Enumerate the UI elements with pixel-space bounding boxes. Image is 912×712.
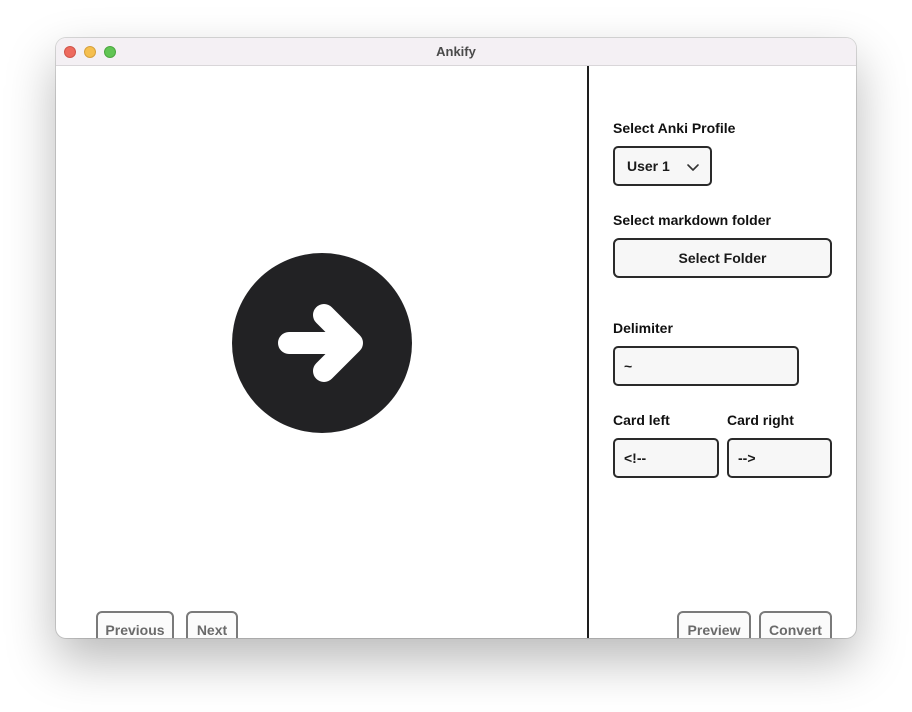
next-button[interactable]: Next (186, 611, 238, 638)
select-folder-button[interactable]: Select Folder (613, 238, 832, 278)
app-window: Ankify Previous Next Select Anki Profile… (56, 38, 856, 638)
profile-label: Select Anki Profile (613, 120, 736, 136)
card-left-label: Card left (613, 412, 670, 428)
preview-pane: Previous Next (56, 66, 588, 638)
pane-divider[interactable] (587, 66, 589, 638)
previous-button[interactable]: Previous (96, 611, 174, 638)
title-bar[interactable]: Ankify (56, 38, 856, 66)
main-content: Previous Next Select Anki Profile User 1… (56, 66, 856, 638)
convert-button[interactable]: Convert (759, 611, 832, 638)
folder-label: Select markdown folder (613, 212, 771, 228)
card-right-input[interactable] (727, 438, 832, 478)
profile-select[interactable]: User 1 (613, 146, 712, 186)
card-left-input[interactable] (613, 438, 719, 478)
delimiter-input[interactable] (613, 346, 799, 386)
chevron-down-icon (687, 164, 699, 171)
preview-button[interactable]: Preview (677, 611, 751, 638)
window-title: Ankify (436, 44, 476, 59)
arrow-right-circle-icon (232, 253, 412, 433)
delimiter-label: Delimiter (613, 320, 673, 336)
profile-select-value: User 1 (627, 158, 670, 174)
card-right-label: Card right (727, 412, 794, 428)
